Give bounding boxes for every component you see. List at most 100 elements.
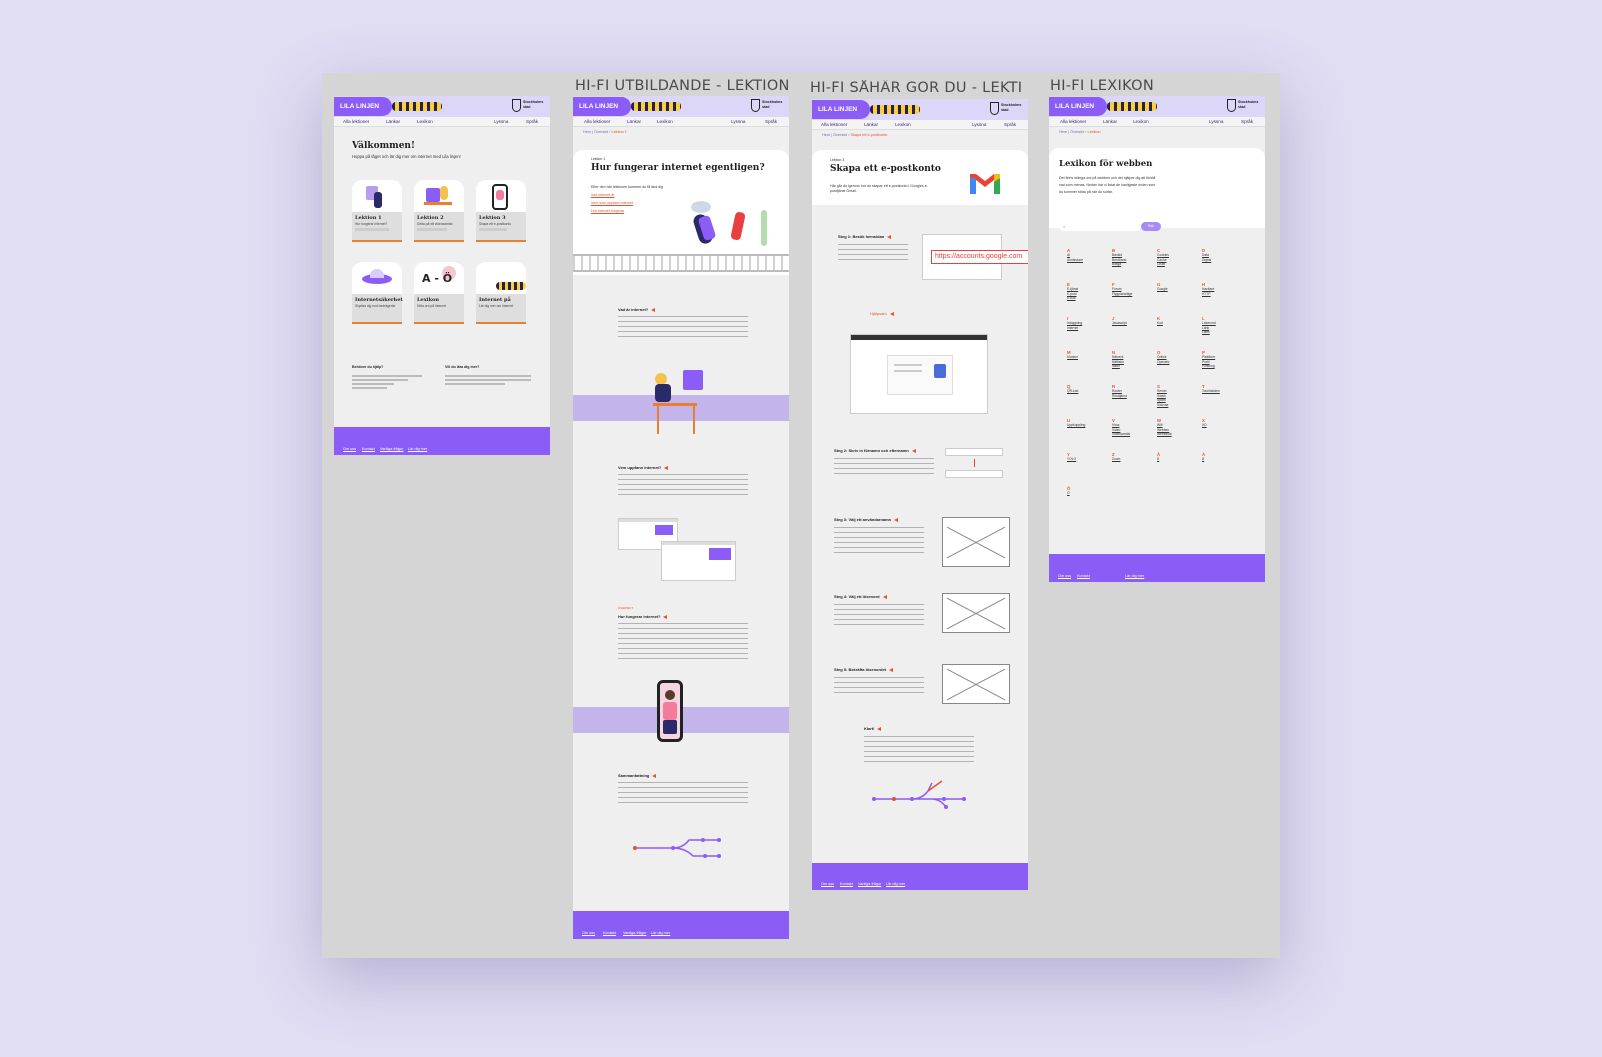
lexicon-word-link[interactable]: Användare (1067, 258, 1083, 262)
lexicon-word-link[interactable]: Google (1157, 287, 1168, 291)
lexicon-word-link[interactable]: Flygplansläge (1112, 292, 1132, 296)
lexicon-word-link[interactable]: Kod (1157, 321, 1163, 325)
speaker-icon[interactable] (894, 517, 899, 522)
footer-path[interactable]: Lär dig mer (1125, 574, 1144, 578)
nav-links[interactable]: Länkar (627, 119, 641, 124)
speaker-icon[interactable] (664, 465, 669, 470)
lesson-link[interactable]: Hur internet fungerar (591, 209, 624, 214)
lexicon-word-link[interactable]: HTTP (1202, 292, 1214, 296)
speaker-icon[interactable] (882, 594, 887, 599)
nav-listen[interactable]: Lyssna (494, 119, 508, 124)
lexicon-word-link[interactable]: QR-kod (1067, 389, 1078, 393)
lexicon-word-link[interactable]: Likes (1202, 330, 1216, 334)
site-logo[interactable]: LILA LINJEN (573, 97, 631, 116)
lesson-card[interactable]: Lektion 1 Hur fungerar internet? (352, 180, 402, 242)
lesson-card[interactable]: Internet på Lär dig mer om internet (476, 262, 526, 324)
speaker-icon[interactable] (663, 614, 668, 619)
lexicon-word-link[interactable]: Phishing (1202, 364, 1215, 368)
frame-title-sahar[interactable]: HI-FI SÅHÄR GÖR DU - LEKTI... (810, 80, 1022, 96)
nav-listen[interactable]: Lyssna (972, 122, 986, 127)
footer-questions[interactable]: Vanliga frågor (858, 882, 881, 886)
speaker-icon[interactable] (651, 307, 656, 312)
frame-lexikon[interactable]: LILA LINJEN Stockholms stad Alla lektione… (1049, 96, 1265, 582)
speaker-icon[interactable] (889, 667, 894, 672)
nav-lexicon[interactable]: Lexikon (895, 122, 911, 127)
lexicon-word-link[interactable]: Ö (1067, 491, 1070, 495)
frame-title-lexikon[interactable]: HI-FI LEXIKON (1050, 78, 1154, 94)
lexicon-word-link[interactable]: Sökruta (1157, 403, 1168, 407)
nav-lessons[interactable]: Alla lektioner (1060, 119, 1086, 124)
lesson-card[interactable]: Internetsäkerhet Skydda dig mot bedrägeri… (352, 262, 403, 324)
crumb-overview[interactable]: Översikt (833, 133, 847, 137)
crumb-overview[interactable]: Översikt (1070, 130, 1084, 134)
crumb-home[interactable]: Hem (822, 133, 830, 137)
frame-sahar[interactable]: LILA LINJEN Stockholms stad Alla lektione… (812, 99, 1028, 890)
lesson-link[interactable]: Vad internet är (591, 193, 614, 198)
nav-language[interactable]: Språk (1004, 122, 1016, 127)
site-logo[interactable]: LILA LINJEN (1049, 97, 1107, 116)
footer-kontakt[interactable]: Kontakt (1077, 574, 1090, 578)
lexicon-word-link[interactable]: Zoom (1112, 457, 1120, 461)
nav-links[interactable]: Länkar (864, 122, 878, 127)
site-logo[interactable]: LILA LINJEN (812, 100, 870, 119)
site-logo[interactable]: LILA LINJEN (334, 97, 392, 116)
nav-lessons[interactable]: Alla lektioner (584, 119, 610, 124)
lexicon-word-link[interactable]: Modem (1067, 355, 1078, 359)
search-input[interactable]: ⌕ (1059, 222, 1141, 231)
footer-questions[interactable]: Vanliga frågor (623, 931, 646, 935)
nav-links[interactable]: Länkar (1103, 119, 1117, 124)
lexicon-word-link[interactable]: XD (1202, 423, 1207, 427)
footer-om[interactable]: Om oss (343, 447, 356, 451)
footer-om[interactable]: Om oss (821, 882, 834, 886)
lesson-card[interactable]: A - Ö Lexikon Hitta ord på internet (414, 262, 464, 324)
lexicon-word-link[interactable]: Bilaga (1112, 262, 1126, 266)
lexicon-word-link[interactable]: Chatt (1157, 262, 1169, 266)
footer-path[interactable]: Lär dig mer (408, 447, 427, 451)
nav-lexicon[interactable]: Lexikon (417, 119, 433, 124)
speaker-icon[interactable] (877, 726, 882, 731)
lexicon-word-link[interactable]: Javascript (1112, 321, 1127, 325)
lexicon-word-link[interactable]: Webbsida (1157, 432, 1172, 436)
nav-lexicon[interactable]: Lexikon (1133, 119, 1149, 124)
crumb-home[interactable]: Hem (583, 130, 591, 134)
nav-language[interactable]: Språk (765, 119, 777, 124)
lexicon-word-link[interactable]: E-bok (1067, 296, 1078, 300)
lexicon-word-link[interactable]: Nätet (1112, 364, 1124, 368)
nav-listen[interactable]: Lyssna (731, 119, 745, 124)
lexicon-word-link[interactable]: Uppkoppling (1067, 423, 1085, 427)
nav-links[interactable]: Länkar (386, 119, 400, 124)
frame-lektion[interactable]: LILA LINJEN Stockholms stad Alla lektione… (573, 96, 789, 939)
nav-lessons[interactable]: Alla lektioner (343, 119, 369, 124)
footer-kontakt[interactable]: Kontakt (603, 931, 616, 935)
nav-lexicon[interactable]: Lexikon (657, 119, 673, 124)
nav-listen[interactable]: Lyssna (1209, 119, 1223, 124)
footer-path[interactable]: Lär dig mer (886, 882, 905, 886)
footer-questions[interactable]: Vanliga frågor (380, 447, 403, 451)
footer-path[interactable]: Lär dig mer (651, 931, 670, 935)
footer-kontakt[interactable]: Kontakt (362, 447, 375, 451)
lexicon-word-link[interactable]: YOLO (1067, 457, 1076, 461)
nav-lessons[interactable]: Alla lektioner (821, 122, 847, 127)
lexicon-word-link[interactable]: Digital (1202, 258, 1211, 262)
nav-language[interactable]: Språk (1241, 119, 1253, 124)
speaker-icon[interactable] (652, 773, 657, 778)
lesson-card[interactable]: Lektion 3 Skapa ett e-postkonto (476, 180, 526, 242)
speaker-icon[interactable] (887, 234, 892, 239)
frame-title-lektion[interactable]: HI-FI UTBILDANDE - LEKTION (575, 78, 790, 94)
lexicon-word-link[interactable]: Rösttjänst (1112, 394, 1127, 398)
lexicon-word-link[interactable]: Å (1157, 457, 1160, 461)
lexicon-word-link[interactable]: Touchskärm (1202, 389, 1220, 393)
lexicon-word-link[interactable]: Videosamtal (1112, 432, 1130, 436)
crumb-overview[interactable]: Översikt (594, 130, 608, 134)
lexicon-word-link[interactable]: Operativ (1157, 360, 1169, 364)
lesson-card[interactable]: Lektion 2 Delta på ett videosamtal (414, 180, 464, 242)
crumb-home[interactable]: Hem (1059, 130, 1067, 134)
lexicon-word-link[interactable]: Ä (1202, 457, 1205, 461)
nav-language[interactable]: Språk (526, 119, 538, 124)
lexicon-word-link[interactable]: Internet (1067, 326, 1082, 330)
speaker-icon[interactable] (911, 448, 916, 453)
search-button[interactable]: Sök (1141, 222, 1161, 231)
footer-kontakt[interactable]: Kontakt (840, 882, 853, 886)
frame-home[interactable]: LILA LINJEN Stockholms stad Alla lektion… (334, 96, 550, 455)
lesson-link[interactable]: Vem som uppfann internet (591, 201, 633, 206)
